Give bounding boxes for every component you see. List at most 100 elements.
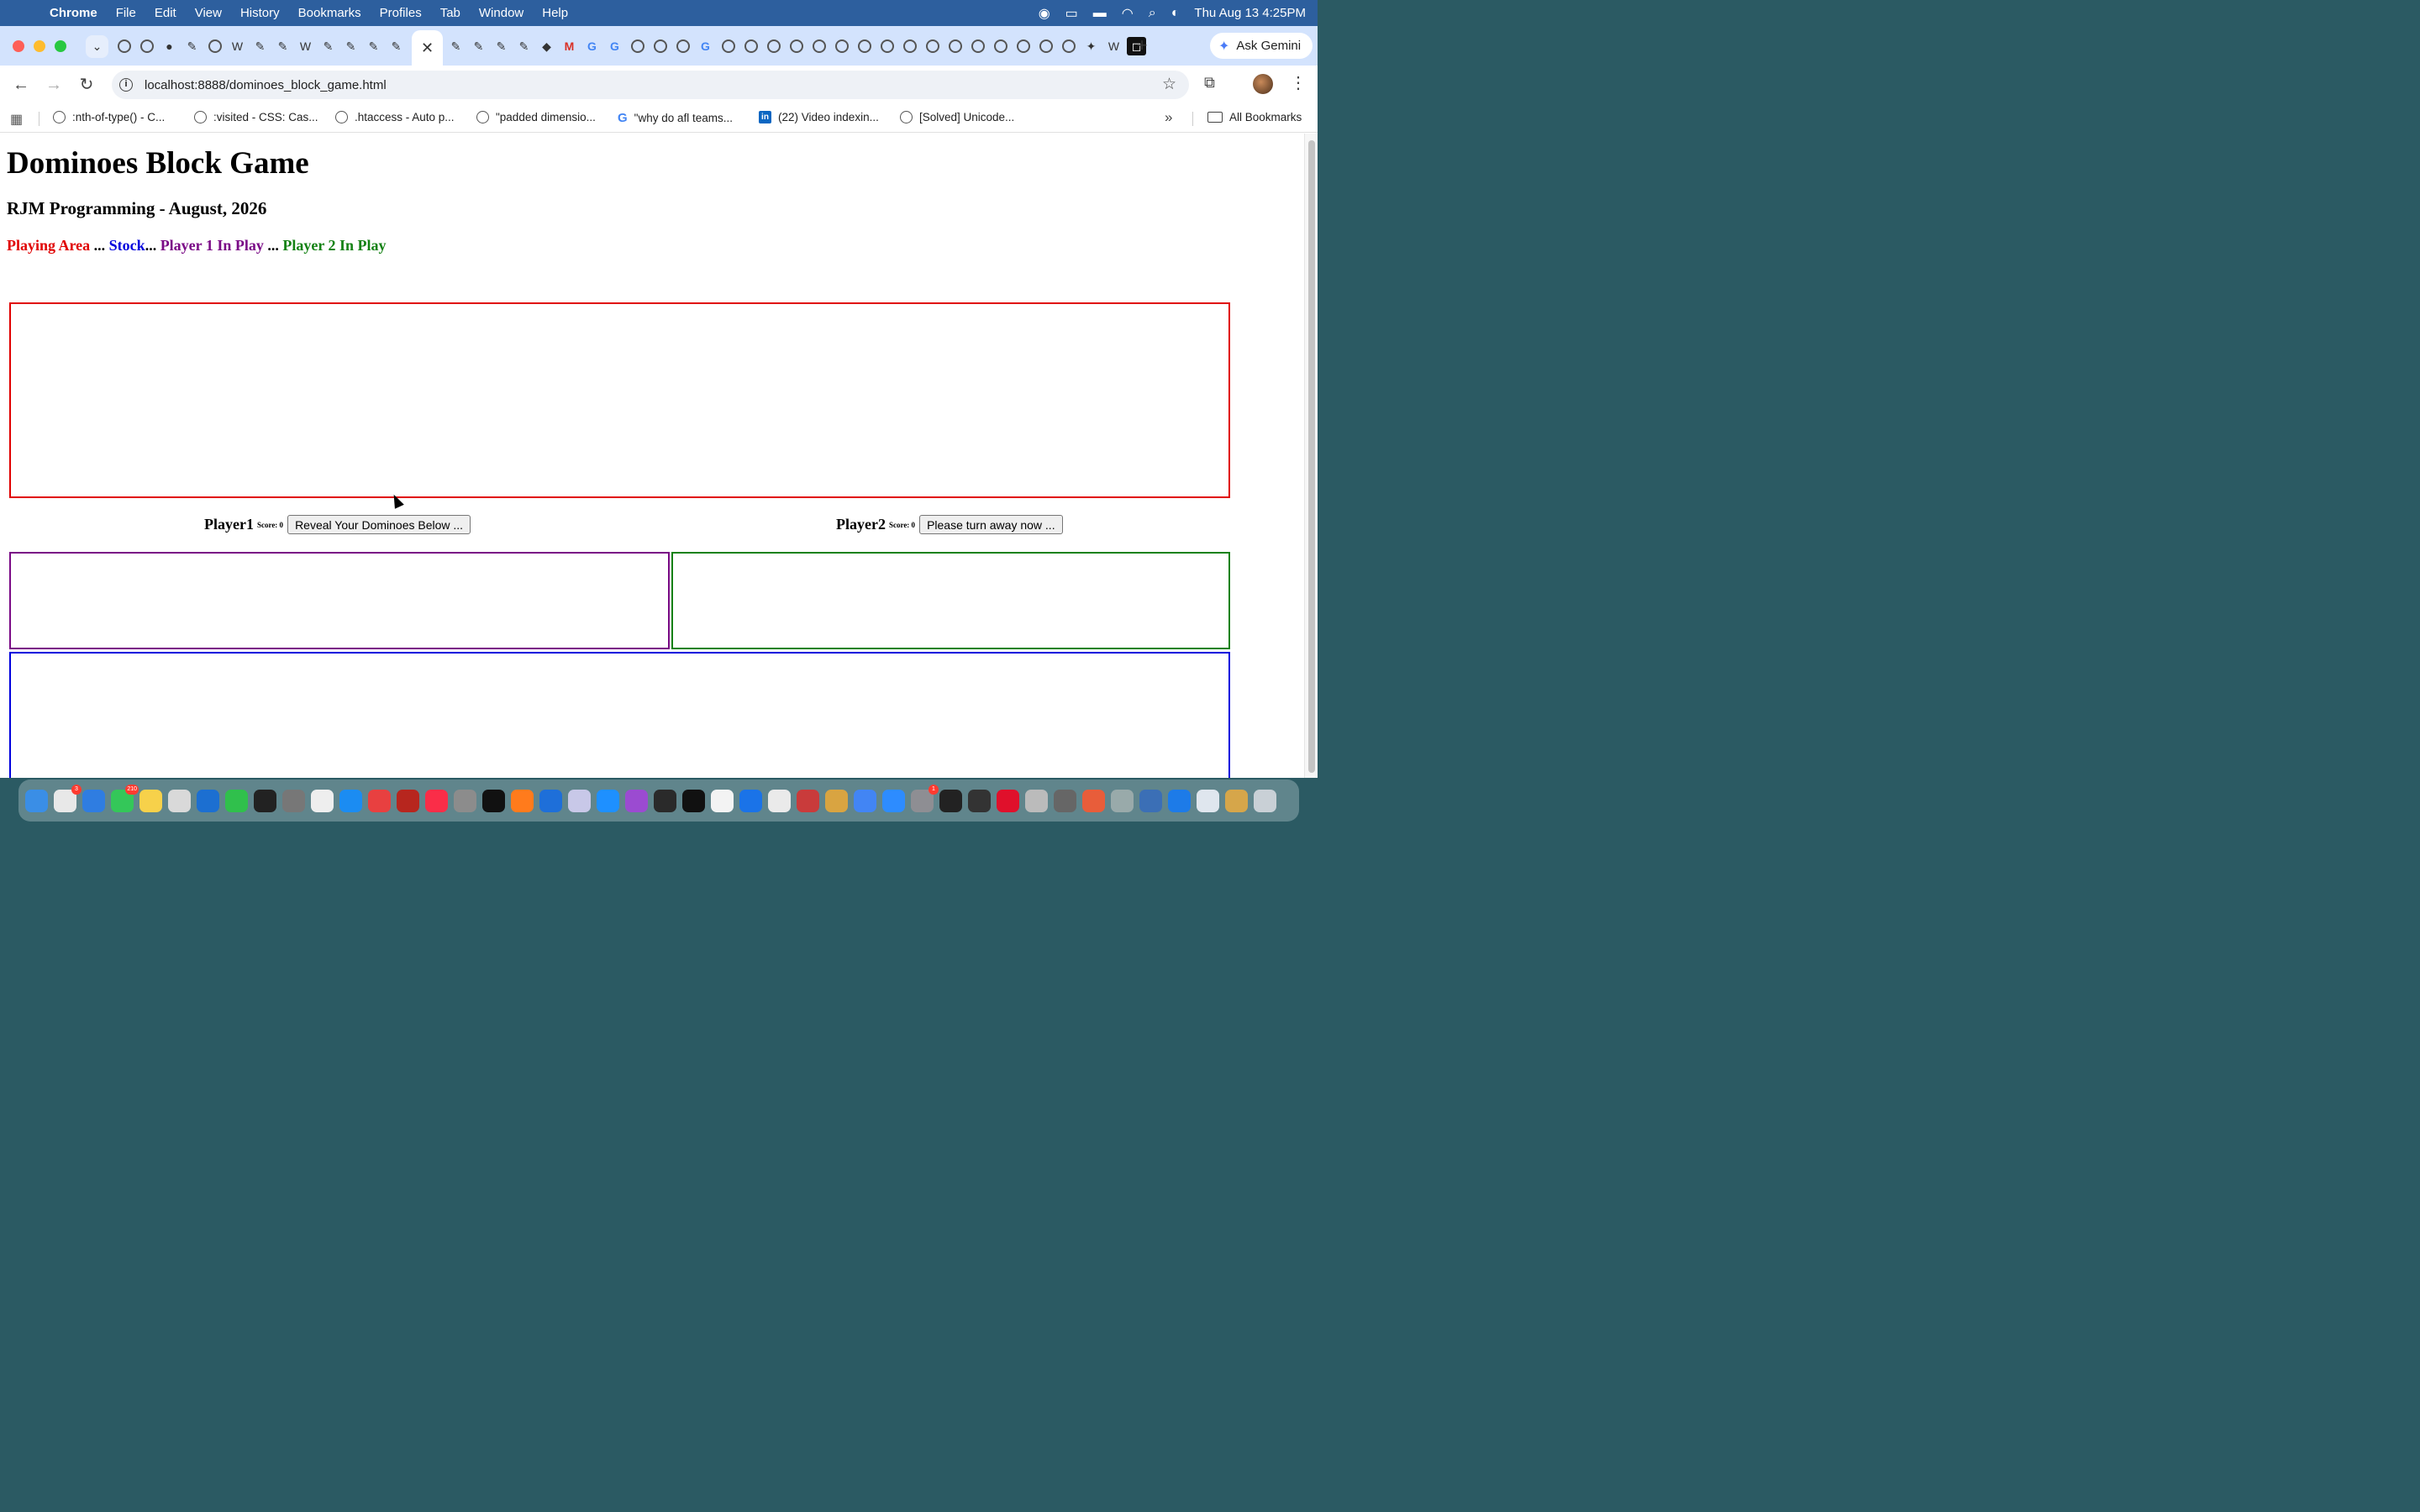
- tab-favicon[interactable]: [786, 37, 806, 55]
- tableplus-icon[interactable]: [1054, 789, 1076, 812]
- facetime-icon[interactable]: [225, 789, 248, 812]
- all-bookmarks-button[interactable]: All Bookmarks: [1207, 111, 1302, 123]
- bluetooth-icon[interactable]: [1168, 789, 1191, 812]
- menu-view[interactable]: View: [195, 6, 222, 20]
- tab-favicon[interactable]: [764, 37, 783, 55]
- control-center-icon[interactable]: ◐: [1171, 6, 1180, 21]
- new-tab-plus-icon[interactable]: +: [1132, 36, 1152, 56]
- tab-favicon-wikipedia[interactable]: W: [1104, 37, 1123, 55]
- ask-gemini-button[interactable]: ✦ Ask Gemini: [1210, 33, 1313, 59]
- tab-favicon[interactable]: [137, 37, 156, 55]
- clock[interactable]: Thu Aug 13 4:25PM: [1194, 6, 1306, 20]
- bookmark-item[interactable]: G "why do afl teams...: [618, 111, 733, 125]
- opera-icon[interactable]: [997, 789, 1019, 812]
- launchpad-icon[interactable]: 3: [54, 784, 82, 812]
- menu-history[interactable]: History: [240, 6, 280, 20]
- mail-icon[interactable]: [82, 789, 105, 812]
- scrollbar-thumb[interactable]: [1308, 140, 1315, 773]
- site-info-icon[interactable]: i: [119, 78, 133, 92]
- menu-profiles[interactable]: Profiles: [380, 6, 422, 20]
- tab-favicon[interactable]: ✎: [318, 37, 338, 55]
- tab-favicon[interactable]: ✦: [1081, 37, 1101, 55]
- messages-icon[interactable]: 210: [111, 784, 139, 812]
- forward-arrow-icon[interactable]: →: [43, 74, 65, 96]
- terminal-icon[interactable]: [254, 789, 276, 812]
- tab-favicon[interactable]: [1013, 37, 1033, 55]
- apple-tv-icon[interactable]: [482, 789, 505, 812]
- inkscape-icon[interactable]: [939, 789, 962, 812]
- tab-favicon[interactable]: ✎: [446, 37, 466, 55]
- bookmark-item[interactable]: "padded dimensio...: [476, 111, 596, 123]
- bookmark-item[interactable]: in (22) Video indexin...: [759, 111, 879, 123]
- tab-favicon[interactable]: ✎: [250, 37, 270, 55]
- tab-favicon-gmail[interactable]: M: [560, 37, 579, 55]
- archive-utility-icon[interactable]: [1225, 789, 1248, 812]
- tab-favicon[interactable]: ✎: [273, 37, 292, 55]
- tab-favicon[interactable]: ✎: [364, 37, 383, 55]
- music-icon[interactable]: [425, 789, 448, 812]
- apps-grid-icon[interactable]: ▦: [10, 111, 23, 128]
- menu-edit[interactable]: Edit: [155, 6, 176, 20]
- tab-favicon[interactable]: [718, 37, 738, 55]
- stocks-icon[interactable]: [197, 789, 219, 812]
- trash-icon[interactable]: [1254, 789, 1276, 812]
- tab-favicon-google[interactable]: G: [605, 37, 624, 55]
- battery-icon[interactable]: ▬: [1093, 6, 1107, 21]
- reload-icon[interactable]: ↻: [76, 74, 97, 96]
- profile-avatar[interactable]: [1253, 74, 1273, 94]
- tab-favicon[interactable]: ✎: [387, 37, 406, 55]
- calculator-icon[interactable]: [282, 789, 305, 812]
- turn-away-button[interactable]: Please turn away now ...: [919, 515, 1063, 534]
- quicktime-icon[interactable]: [739, 789, 762, 812]
- tab-favicon[interactable]: ✎: [492, 37, 511, 55]
- tab-favicon-afl[interactable]: ◆: [537, 37, 556, 55]
- caption-icon[interactable]: ▭: [1065, 5, 1078, 22]
- photo-app-icon[interactable]: [825, 789, 848, 812]
- activity-monitor-icon[interactable]: [654, 789, 676, 812]
- bookmark-item[interactable]: :visited - CSS: Cas...: [194, 111, 318, 123]
- obs-icon[interactable]: [968, 789, 991, 812]
- tab-favicon-google[interactable]: G: [696, 37, 715, 55]
- playing-area-board[interactable]: [9, 302, 1230, 498]
- news-icon[interactable]: [368, 789, 391, 812]
- tab-favicon[interactable]: [877, 37, 897, 55]
- textedit-icon[interactable]: [311, 789, 334, 812]
- tab-favicon[interactable]: ✎: [469, 37, 488, 55]
- tab-favicon[interactable]: ✎: [182, 37, 202, 55]
- disabled-app-icon[interactable]: [1111, 789, 1134, 812]
- tab-favicon[interactable]: ✎: [341, 37, 360, 55]
- tab-favicon[interactable]: [205, 37, 224, 55]
- tab-favicon-wikipedia[interactable]: W: [228, 37, 247, 55]
- bookmark-item[interactable]: [Solved] Unicode...: [900, 111, 1014, 123]
- bookmark-item[interactable]: .htaccess - Auto p...: [335, 111, 455, 123]
- menu-extra-app-icon[interactable]: ◉: [1039, 5, 1050, 22]
- tab-favicon[interactable]: [855, 37, 874, 55]
- pixelmator-icon[interactable]: [1082, 789, 1105, 812]
- tab-favicon[interactable]: [628, 37, 647, 55]
- spotlight-search-icon[interactable]: ⌕: [1149, 6, 1156, 21]
- preview-icon[interactable]: [768, 789, 791, 812]
- finder-icon[interactable]: [25, 789, 48, 812]
- chrome-menu-kebab-icon[interactable]: ⋮: [1290, 72, 1307, 93]
- reveal-dominoes-button[interactable]: Reveal Your Dominoes Below ...: [287, 515, 471, 534]
- zoom-icon[interactable]: [882, 789, 905, 812]
- chrome-icon[interactable]: [854, 789, 876, 812]
- podcasts-icon[interactable]: [625, 789, 648, 812]
- wifi-icon[interactable]: ◠: [1122, 5, 1134, 22]
- tab-favicon-wikipedia[interactable]: W: [296, 37, 315, 55]
- extensions-puzzle-icon[interactable]: ⧉: [1204, 74, 1215, 92]
- tab-favicon[interactable]: [923, 37, 942, 55]
- bookmark-item[interactable]: :nth-of-type() - C...: [53, 111, 165, 123]
- tab-favicon[interactable]: [114, 37, 134, 55]
- menu-help[interactable]: Help: [542, 6, 568, 20]
- safari-icon[interactable]: [597, 789, 619, 812]
- tab-favicon[interactable]: [1036, 37, 1055, 55]
- tab-favicon[interactable]: [809, 37, 829, 55]
- tab-favicon[interactable]: ●: [160, 37, 179, 55]
- tab-favicon[interactable]: [1059, 37, 1078, 55]
- terminal-prompt-icon[interactable]: [682, 789, 705, 812]
- bookmark-star-icon[interactable]: ☆: [1162, 75, 1176, 94]
- tab-favicon[interactable]: [945, 37, 965, 55]
- tab-favicon[interactable]: [900, 37, 919, 55]
- disk-utility-icon[interactable]: [1139, 789, 1162, 812]
